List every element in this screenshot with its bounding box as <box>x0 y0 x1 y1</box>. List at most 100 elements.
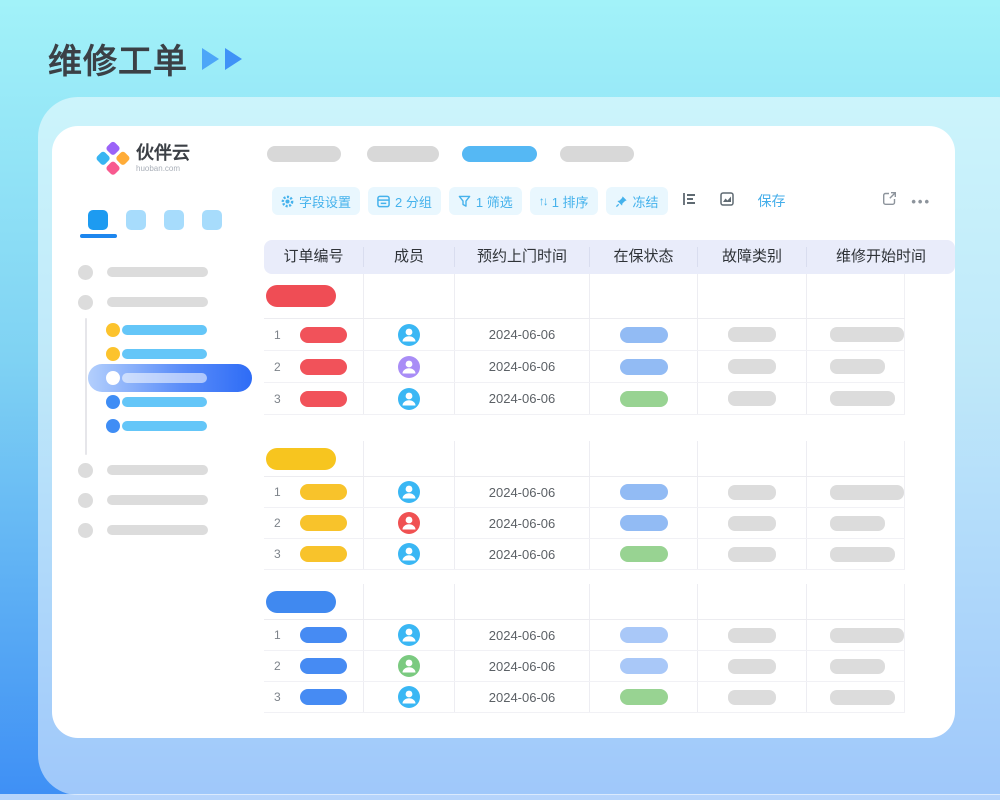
active-tab-underline <box>80 234 117 238</box>
view-tab[interactable] <box>367 146 439 162</box>
table-row[interactable]: 1 2024-06-06 <box>264 477 905 508</box>
sidebar-item[interactable] <box>107 525 208 535</box>
repair-start-pill <box>830 690 895 705</box>
member-avatar <box>398 356 420 378</box>
chart-icon[interactable] <box>720 192 734 211</box>
row-height-icon[interactable] <box>682 192 696 211</box>
column-header-fault-type[interactable]: 故障类别 <box>698 247 807 267</box>
column-header-order-no[interactable]: 订单编号 <box>264 247 364 267</box>
appointment-date: 2024-06-06 <box>489 327 556 342</box>
filter-button[interactable]: 1 筛选 <box>449 187 522 215</box>
table-row[interactable]: 2 2024-06-06 <box>264 351 905 383</box>
share-icon[interactable] <box>882 191 897 211</box>
appointment-date: 2024-06-06 <box>489 690 556 705</box>
sidebar-item[interactable] <box>107 267 208 277</box>
sort-button[interactable]: ↑↓ 1 排序 <box>530 187 598 215</box>
records-table: 订单编号 成员 预约上门时间 在保状态 故障类别 维修开始时间 1 2024-0… <box>264 240 955 713</box>
filter-label: 1 筛选 <box>476 192 513 211</box>
appointment-date: 2024-06-06 <box>489 516 556 531</box>
table-row[interactable]: 3 2024-06-06 <box>264 682 905 713</box>
appointment-date: 2024-06-06 <box>489 391 556 406</box>
brand-name: 伙伴云 <box>136 144 190 162</box>
row-number: 2 <box>264 360 292 374</box>
group-button[interactable]: 2 分组 <box>368 187 441 215</box>
freeze-button[interactable]: 冻结 <box>606 187 668 215</box>
workspace-tab-active[interactable] <box>88 210 108 230</box>
row-number: 3 <box>264 690 292 704</box>
table-row[interactable]: 3 2024-06-06 <box>264 539 905 570</box>
group-header-row <box>264 274 905 319</box>
row-number: 1 <box>264 628 292 642</box>
order-pill <box>300 658 347 674</box>
member-avatar <box>398 624 420 646</box>
tree-item-selected-bullet <box>106 371 120 385</box>
table-row[interactable]: 1 2024-06-06 <box>264 620 905 651</box>
member-avatar <box>398 388 420 410</box>
sidebar-item[interactable] <box>107 495 208 505</box>
repair-start-pill <box>830 391 895 406</box>
warranty-status-pill <box>620 689 668 705</box>
tree-item-selected-label <box>122 373 207 383</box>
tree-item[interactable] <box>122 325 207 335</box>
appointment-date: 2024-06-06 <box>489 485 556 500</box>
warranty-status-pill <box>620 658 668 674</box>
tree-indent-line <box>85 318 87 455</box>
save-button[interactable]: 保存 <box>758 191 786 211</box>
member-avatar <box>398 543 420 565</box>
group-label-pill <box>266 285 336 307</box>
order-pill <box>300 627 347 643</box>
tree-item[interactable] <box>122 421 207 431</box>
table-row[interactable]: 2 2024-06-06 <box>264 651 905 682</box>
play-icon <box>202 48 219 70</box>
order-pill <box>300 327 347 343</box>
order-pill <box>300 689 347 705</box>
table-header: 订单编号 成员 预约上门时间 在保状态 故障类别 维修开始时间 <box>264 240 955 274</box>
appointment-date: 2024-06-06 <box>489 359 556 374</box>
pin-icon <box>615 195 628 208</box>
table-row[interactable]: 3 2024-06-06 <box>264 383 905 415</box>
sidebar-item-bullet <box>78 463 93 478</box>
repair-start-pill <box>830 516 885 531</box>
page-header: 维修工单 <box>48 34 242 83</box>
tree-item[interactable] <box>122 397 207 407</box>
gear-icon <box>281 195 294 208</box>
appointment-date: 2024-06-06 <box>489 659 556 674</box>
view-tab[interactable] <box>560 146 634 162</box>
warranty-status-pill <box>620 391 668 407</box>
fault-type-pill <box>728 391 776 406</box>
workspace-tab[interactable] <box>164 210 184 230</box>
repair-start-pill <box>830 485 904 500</box>
fault-type-pill <box>728 628 776 643</box>
workspace-tab[interactable] <box>126 210 146 230</box>
warranty-status-pill <box>620 359 668 375</box>
column-header-appointment[interactable]: 预约上门时间 <box>455 247 590 267</box>
sidebar-item[interactable] <box>107 297 208 307</box>
tree-item-bullet <box>106 395 120 409</box>
order-pill <box>300 515 347 531</box>
tree-item[interactable] <box>122 349 207 359</box>
workspace-tab[interactable] <box>202 210 222 230</box>
member-avatar <box>398 655 420 677</box>
table-row[interactable]: 2 2024-06-06 <box>264 508 905 539</box>
column-header-warranty[interactable]: 在保状态 <box>590 247 698 267</box>
warranty-status-pill <box>620 484 668 500</box>
workspace-tabs <box>88 210 222 230</box>
repair-start-pill <box>830 359 885 374</box>
tree-item-bullet <box>106 323 120 337</box>
row-number: 3 <box>264 547 292 561</box>
table-row[interactable]: 1 2024-06-06 <box>264 319 905 351</box>
row-number: 1 <box>264 328 292 342</box>
column-header-member[interactable]: 成员 <box>364 247 455 267</box>
view-tab-active[interactable] <box>462 146 537 162</box>
funnel-icon <box>458 195 471 208</box>
row-number: 1 <box>264 485 292 499</box>
column-header-repair-start[interactable]: 维修开始时间 <box>807 247 955 267</box>
sort-icon: ↑↓ <box>539 194 547 208</box>
fault-type-pill <box>728 690 776 705</box>
more-options-icon[interactable]: ••• <box>911 195 931 208</box>
view-tab[interactable] <box>267 146 341 162</box>
field-settings-button[interactable]: 字段设置 <box>272 187 360 215</box>
sidebar-item[interactable] <box>107 465 208 475</box>
row-number: 2 <box>264 659 292 673</box>
row-number: 2 <box>264 516 292 530</box>
